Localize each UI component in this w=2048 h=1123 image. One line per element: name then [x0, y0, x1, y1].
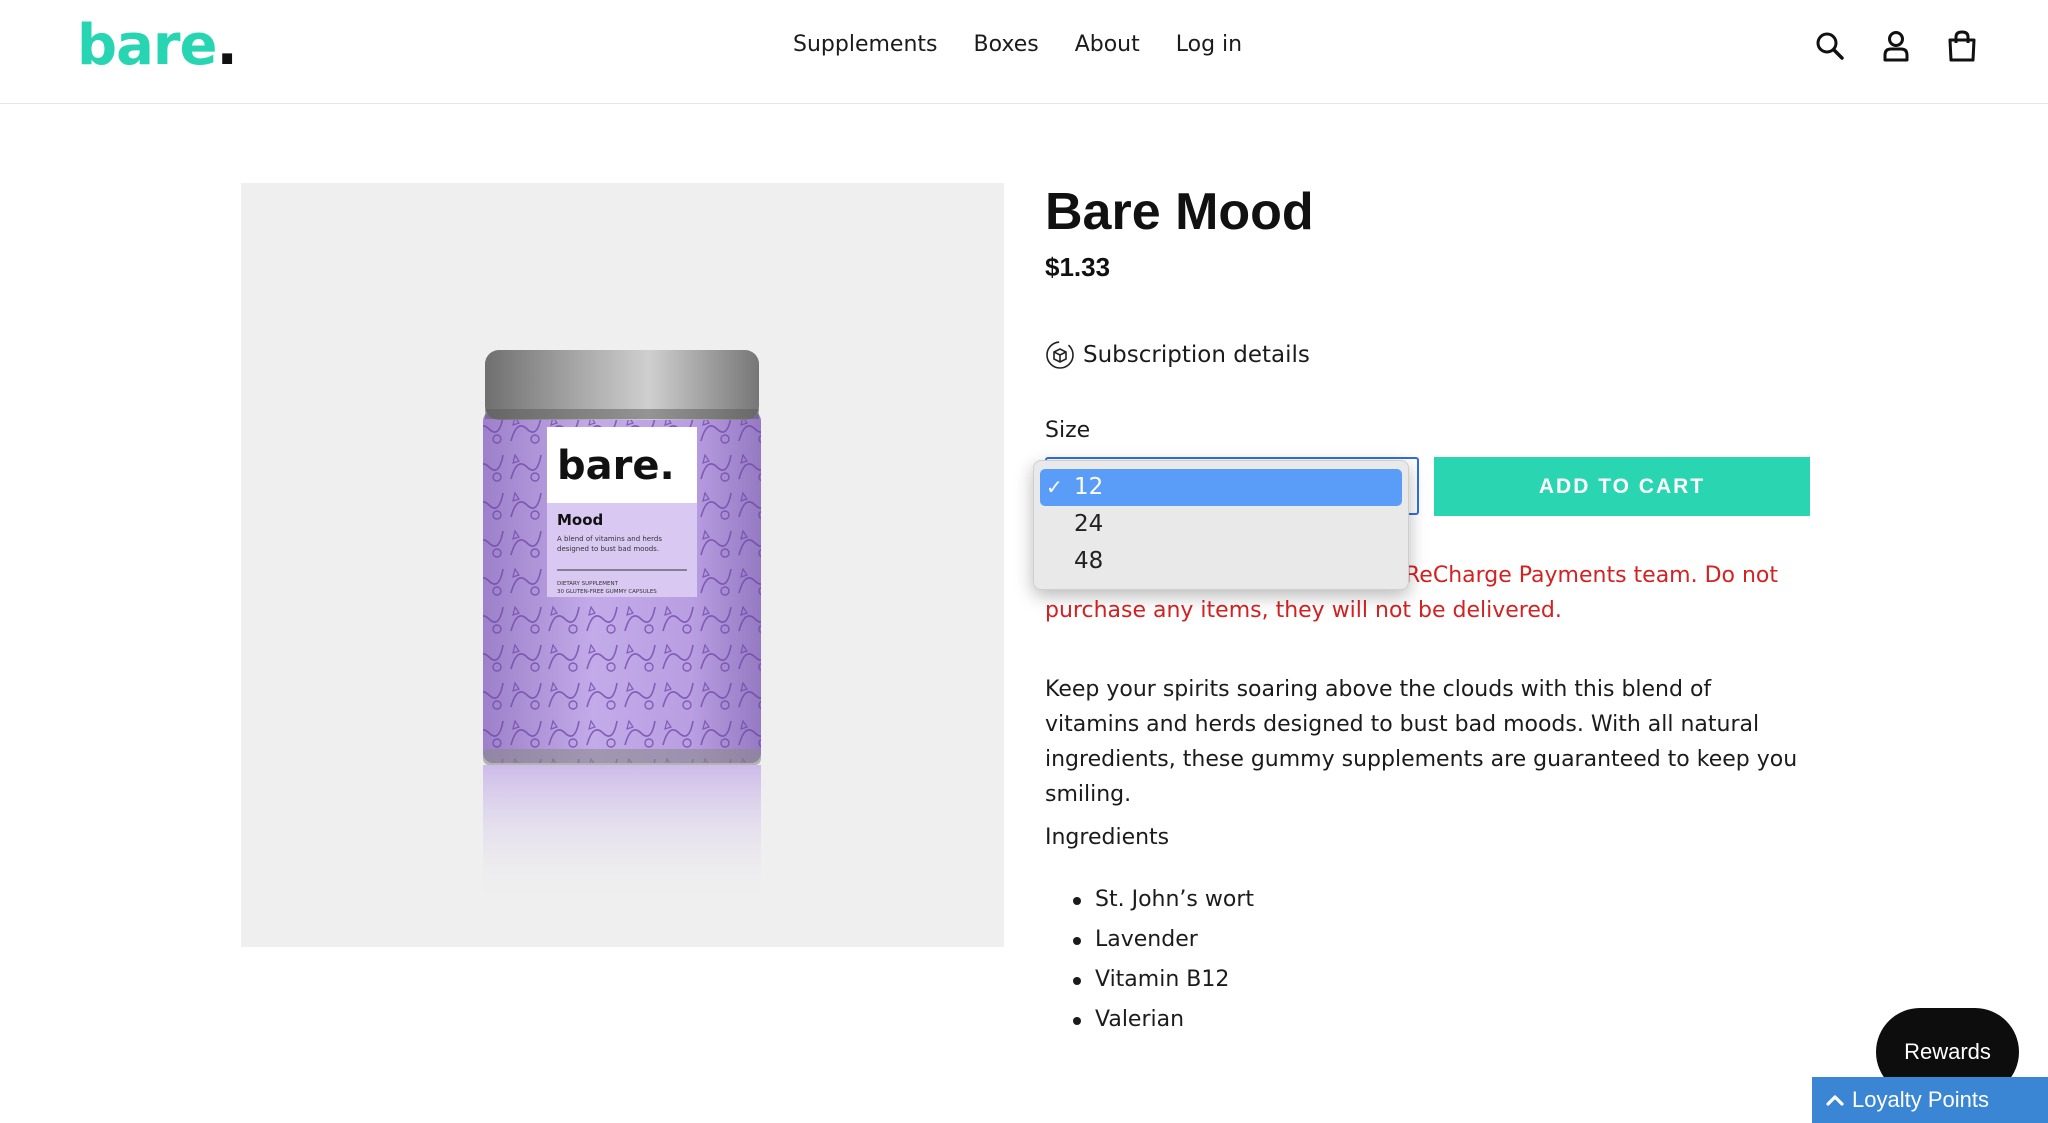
tin-tagline-1: A blend of vitamins and herds	[557, 535, 662, 543]
list-item: Lavender	[1073, 920, 1254, 960]
tin-name: Mood	[557, 511, 603, 529]
subscription-icon	[1046, 341, 1074, 369]
product-title: Bare Mood	[1045, 183, 1314, 241]
checkmark-icon: ✓	[1046, 475, 1063, 499]
loyalty-label: Loyalty Points	[1852, 1087, 1989, 1112]
nav-boxes[interactable]: Boxes	[973, 28, 1038, 62]
tin-tagline-2: designed to bust bad moods.	[557, 545, 659, 553]
chevron-up-icon	[1826, 1087, 1844, 1113]
list-item: Vitamin B12	[1073, 960, 1254, 1000]
account-icon[interactable]	[1876, 26, 1916, 66]
subscription-label[interactable]: Subscription details	[1083, 342, 1310, 368]
size-option-48[interactable]: 48	[1040, 543, 1402, 580]
nav-log-in[interactable]: Log in	[1176, 28, 1242, 62]
size-option-12[interactable]: ✓ 12	[1040, 469, 1402, 506]
size-dropdown-menu: ✓ 12 24 48	[1033, 460, 1409, 590]
size-option-24[interactable]: 24	[1040, 506, 1402, 543]
size-label: Size	[1045, 418, 1091, 443]
tin-brand: bare.	[557, 443, 675, 489]
product-tin-image: bare. Mood A blend of vitamins and herds…	[483, 350, 761, 905]
product-price: $1.33	[1045, 252, 1111, 282]
subscription-details[interactable]: Subscription details	[1045, 340, 1310, 370]
site-header: bare. Supplements Boxes About Log in	[0, 0, 2048, 104]
list-item: St. John’s wort	[1073, 880, 1254, 920]
product-image[interactable]: bare. Mood A blend of vitamins and herds…	[241, 183, 1004, 947]
nav-supplements[interactable]: Supplements	[793, 28, 937, 62]
product-description: Keep your spirits soaring above the clou…	[1045, 677, 1798, 807]
add-to-cart-button[interactable]: ADD TO CART	[1434, 457, 1810, 516]
nav-about[interactable]: About	[1075, 28, 1140, 62]
ingredients-label: Ingredients	[1045, 825, 1170, 850]
search-icon[interactable]	[1810, 26, 1850, 66]
tin-small-2: 30 GLUTEN-FREE GUMMY CAPSULES	[557, 589, 657, 595]
header-icons	[1810, 26, 2008, 66]
product-info: Bare Mood $1.33 Subscription details Siz…	[1045, 180, 1810, 1032]
ingredients-list: St. John’s wort Lavender Vitamin B12 Val…	[1073, 880, 1254, 1040]
list-item: Valerian	[1073, 1000, 1254, 1040]
loyalty-points-tab[interactable]: Loyalty Points	[1812, 1077, 2048, 1123]
main-nav: Supplements Boxes About Log in	[793, 28, 1278, 62]
cart-icon[interactable]	[1942, 26, 1982, 66]
tin-small-1: DIETARY SUPPLEMENT	[557, 581, 619, 587]
logo[interactable]: bare.	[77, 14, 238, 78]
